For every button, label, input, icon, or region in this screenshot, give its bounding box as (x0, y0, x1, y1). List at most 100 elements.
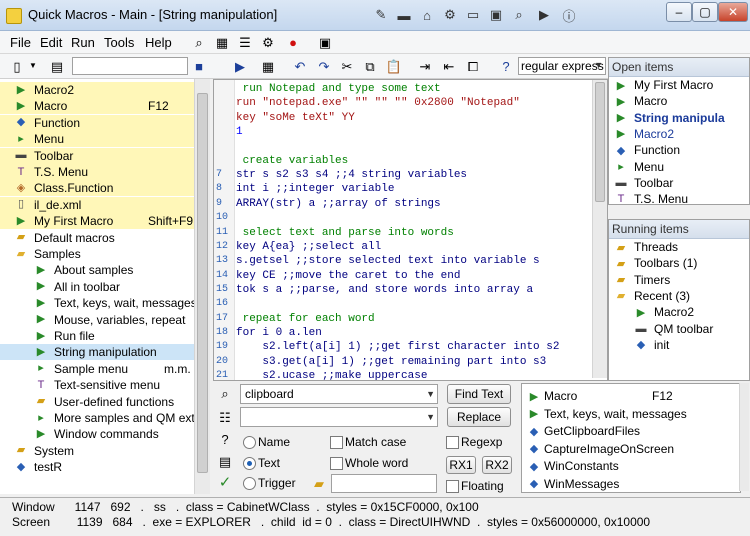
tree-scroll-thumb[interactable] (197, 93, 208, 473)
rx1-button[interactable]: RX1 (446, 456, 476, 474)
comment-icon[interactable]: ⧠ (464, 57, 482, 75)
floating-checkbox[interactable] (446, 480, 459, 493)
find-text-button[interactable]: Find Text (447, 384, 511, 404)
editor-scroll-thumb[interactable] (595, 82, 605, 202)
find-panel-search-icon[interactable]: ⌕ (216, 384, 234, 402)
record-icon[interactable]: ● (284, 33, 302, 51)
macro-tree[interactable]: ▶ Macro2 ▶ Macro F12 ◆ Function ▸ Menu ▬ Toolbar T T… (0, 79, 210, 494)
find-panel-help-icon[interactable]: ? (216, 430, 234, 448)
tree-item[interactable]: ▶ Mouse, variables, repeat (0, 312, 209, 328)
list-icon[interactable]: ☰ (236, 33, 254, 51)
qm-run-icon[interactable]: ▶ (535, 6, 553, 24)
open-items-item[interactable]: ▶ String manipula (609, 110, 749, 126)
menu-tools[interactable]: Tools (104, 35, 134, 50)
replace-input[interactable]: ▼ (240, 407, 438, 427)
image-window-icon[interactable]: ▣ (316, 33, 334, 51)
name-radio[interactable] (243, 436, 256, 449)
open-items-item[interactable]: ◆ Function (609, 142, 749, 158)
find-input[interactable]: clipboard ▼ (240, 384, 438, 404)
result-item[interactable]: ▶ Text, keys, wait, messages (522, 406, 740, 422)
tree-item[interactable]: ▰ System (0, 443, 209, 459)
paste-icon[interactable]: 📋 (385, 57, 403, 75)
copy-icon[interactable]: ⧉ (361, 57, 379, 75)
tree-item[interactable]: ▸ Sample menu m.m. i (0, 361, 209, 377)
qm-record-icon[interactable]: ⚙ (441, 6, 459, 24)
result-item[interactable]: ◆ WinConstants (522, 458, 740, 474)
maximize-button[interactable]: ▢ (692, 2, 718, 22)
tree-item[interactable]: ◆ testR (0, 459, 209, 475)
indent-icon[interactable]: ⇥ (416, 57, 434, 75)
tree-item[interactable]: ▰ User-defined functions (0, 394, 209, 410)
tree-item[interactable]: ▸ Menu (0, 131, 209, 148)
grid-icon[interactable]: ▦ (213, 33, 231, 51)
open-items-item[interactable]: ▶ Macro2 (609, 126, 749, 142)
trigger-filter-input[interactable] (331, 474, 437, 493)
running-items-item[interactable]: ▬ QM toolbar (609, 321, 749, 337)
running-items-item[interactable]: ◆ init (609, 337, 749, 353)
minimize-button[interactable]: – (666, 2, 692, 22)
open-items-item[interactable]: ▸ Menu (609, 159, 749, 175)
result-item[interactable]: ◆ GetClipboardFiles (522, 423, 740, 439)
qm-pencil-icon[interactable]: ✎ (372, 6, 390, 24)
find-icon[interactable]: ⌕ (190, 33, 208, 51)
outdent-icon[interactable]: ⇤ (440, 57, 458, 75)
tree-item[interactable]: ▸ More samples and QM extens (0, 410, 209, 426)
tree-scrollbar[interactable] (194, 79, 210, 494)
cut-icon[interactable]: ✂ (338, 57, 356, 75)
gear-icon[interactable]: ⚙ (259, 33, 277, 51)
qm-find-icon[interactable]: ⌕ (510, 6, 528, 24)
trigger-radio[interactable] (243, 477, 256, 490)
tree-item[interactable]: ▶ Macro2 (0, 82, 209, 98)
tree-item[interactable]: ▯ il_de.xml (0, 196, 209, 213)
text-radio[interactable] (243, 457, 256, 470)
menu-help[interactable]: Help (145, 35, 172, 50)
open-items-item[interactable]: ▶ My First Macro (609, 77, 749, 93)
properties-icon[interactable]: ▤ (48, 57, 66, 75)
whole-word-checkbox[interactable] (330, 457, 343, 470)
result-item[interactable]: ◆ WinMessages (522, 476, 740, 492)
rx2-button[interactable]: RX2 (482, 456, 512, 474)
tree-item[interactable]: ▶ Text, keys, wait, messages (0, 295, 209, 311)
regexp-checkbox[interactable] (446, 436, 459, 449)
editor-scrollbar[interactable] (592, 80, 607, 378)
results-scrollbar[interactable] (739, 383, 749, 491)
menu-edit[interactable]: Edit (40, 35, 62, 50)
find-panel-page-icon[interactable]: ▤ (216, 452, 234, 470)
tree-item[interactable]: T Text-sensitive menu (0, 377, 209, 393)
undo-icon[interactable]: ↶ (291, 57, 309, 75)
tree-item[interactable]: ▶ About samples (0, 262, 209, 278)
tree-item[interactable]: ▬ Toolbar (0, 147, 209, 164)
tree-item[interactable]: ◆ Function (0, 114, 209, 131)
result-item[interactable]: ▶ Macro F12 (522, 388, 740, 404)
new-dropdown-icon[interactable]: ▼ (24, 57, 42, 75)
folder-icon[interactable]: ▰ (310, 474, 328, 492)
replace-button[interactable]: Replace (447, 407, 511, 427)
running-items-item[interactable]: ▰ Threads (609, 239, 749, 255)
tree-item[interactable]: ▶ All in toolbar (0, 279, 209, 295)
tree-item[interactable]: ▰ Samples (0, 246, 209, 262)
tree-item[interactable]: ▰ Default macros (0, 230, 209, 246)
find-results-list[interactable]: ▶ Macro F12 ▶ Text, keys, wait, messages ◆ Get… (521, 383, 741, 493)
result-item[interactable]: ◆ CaptureImageOnScreen (522, 441, 740, 457)
tree-item[interactable]: ▶ Macro F12 (0, 98, 209, 115)
checkmark-icon[interactable]: ✓ (216, 473, 234, 491)
menu-run[interactable]: Run (71, 35, 95, 50)
qm-window-icon[interactable]: ▭ (464, 6, 482, 24)
save-icon[interactable]: ■ (190, 57, 208, 75)
running-items-item[interactable]: ▶ Macro2 (609, 304, 749, 320)
running-items-item[interactable]: ▰ Recent (3) (609, 288, 749, 304)
qm-image-icon[interactable]: ▣ (487, 6, 505, 24)
tree-item[interactable]: T T.S. Menu (0, 164, 209, 180)
running-items-item[interactable]: ▰ Timers (609, 272, 749, 288)
code-editor[interactable]: run Notepad and type some text run "notep… (213, 79, 608, 381)
open-items-item[interactable]: ▬ Toolbar (609, 175, 749, 191)
menu-file[interactable]: File (10, 35, 31, 50)
open-items-item[interactable]: ▶ Macro (609, 93, 749, 109)
help-icon[interactable]: ? (497, 57, 515, 75)
tree-item[interactable]: ▶ String manipulation (0, 344, 209, 361)
tree-item[interactable]: ▶ Window commands (0, 426, 209, 442)
running-items-item[interactable]: ▰ Toolbars (1) (609, 255, 749, 271)
tree-item[interactable]: ▶ Run file (0, 328, 209, 344)
open-items-item[interactable]: T T.S. Menu (609, 191, 749, 204)
compile-icon[interactable]: ▦ (259, 57, 277, 75)
